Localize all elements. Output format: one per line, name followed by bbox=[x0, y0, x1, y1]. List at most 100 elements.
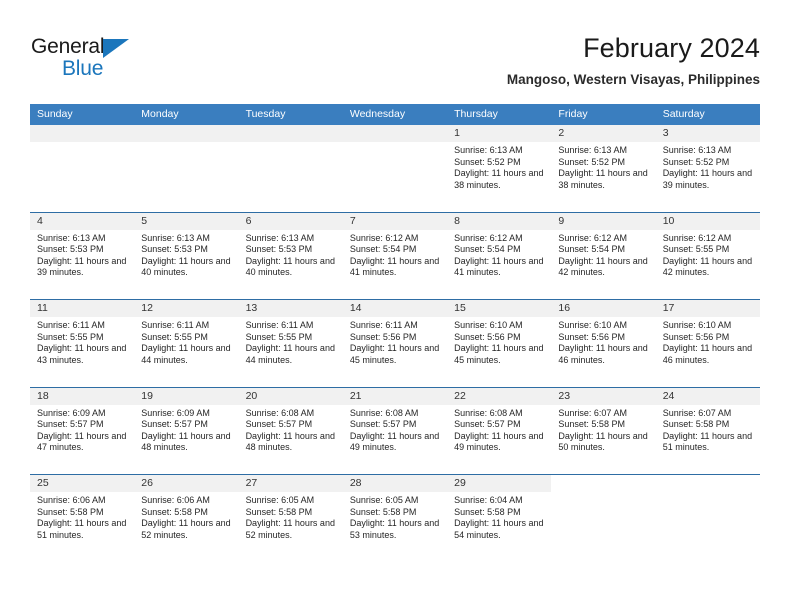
sunset-text: Sunset: 5:54 PM bbox=[558, 244, 625, 255]
day-number: 12 bbox=[141, 302, 153, 314]
sunrise-text: Sunrise: 6:07 AM bbox=[662, 407, 732, 418]
sunset-text: Sunset: 5:58 PM bbox=[141, 506, 208, 517]
day-cell-28[interactable]: 28 Sunrise: 6:05 AM Sunset: 5:58 PM Dayligh… bbox=[342, 475, 448, 562]
general-blue-logo[interactable]: General Blue bbox=[31, 36, 191, 84]
sunrise-text: Sunrise: 6:05 AM bbox=[349, 495, 419, 505]
daylight-text: Daylight: 11 hours and 38 minutes. bbox=[558, 168, 648, 190]
day-cell-4[interactable]: 4 Sunrise: 6:13 AM Sunset: 5:53 PM Daylight… bbox=[30, 212, 135, 299]
calendar-week-row: 25 Sunrise: 6:06 AM Sunset: 5:58 PM Dayligh… bbox=[30, 474, 760, 562]
day-cell-24[interactable]: 24 Sunrise: 6:07 AM Sunset: 5:58 PM Dayligh… bbox=[655, 387, 760, 474]
day-details: Sunrise: 6:12 AM Sunset: 5:54 PM Daylight:… bbox=[454, 233, 547, 279]
sunset-text: Sunset: 5:57 PM bbox=[349, 419, 417, 430]
day-cell-11[interactable]: 11 Sunrise: 6:11 AM Sunset: 5:55 PM Dayligh… bbox=[30, 300, 135, 387]
day-number-band bbox=[134, 125, 239, 142]
sunset-text: Sunset: 5:58 PM bbox=[454, 506, 521, 517]
day-number-band bbox=[551, 125, 656, 142]
day-number-band bbox=[134, 212, 239, 230]
day-details: Sunrise: 6:12 AM Sunset: 5:54 PM Daylight:… bbox=[350, 233, 443, 279]
day-details: Sunrise: 6:11 AM Sunset: 5:56 PM Daylight:… bbox=[350, 320, 443, 366]
daylight-text: Daylight: 11 hours and 53 minutes. bbox=[349, 518, 440, 540]
day-number: 21 bbox=[349, 389, 362, 402]
sunrise-text: Sunrise: 6:06 AM bbox=[141, 495, 210, 505]
sunrise-text: Sunrise: 6:13 AM bbox=[37, 232, 106, 243]
sunset-text: Sunset: 5:58 PM bbox=[37, 506, 104, 517]
day-number-band bbox=[30, 125, 135, 142]
day-cell-3[interactable]: 3 Sunrise: 6:13 AM Sunset: 5:52 PM Daylight… bbox=[655, 125, 760, 212]
day-number: 24 bbox=[662, 389, 675, 402]
day-details: Sunrise: 6:13 AM Sunset: 5:53 PM Daylight:… bbox=[246, 233, 339, 279]
sunrise-text: Sunrise: 6:04 AM bbox=[454, 495, 523, 505]
sunrise-text: Sunrise: 6:12 AM bbox=[558, 232, 627, 243]
day-number: 4 bbox=[37, 214, 43, 227]
day-number-band bbox=[447, 125, 552, 142]
day-cell-10[interactable]: 10 Sunrise: 6:12 AM Sunset: 5:55 PM Dayligh… bbox=[655, 212, 760, 299]
day-cell-20[interactable]: 20 Sunrise: 6:08 AM Sunset: 5:57 PM Dayligh… bbox=[238, 387, 343, 474]
day-number: 6 bbox=[245, 214, 252, 227]
weekday-header-row: Sunday Monday Tuesday Wednesday Thursday Frid… bbox=[30, 104, 760, 125]
daylight-text: Daylight: 11 hours and 40 minutes. bbox=[245, 255, 335, 278]
day-cell-23[interactable]: 23 Sunrise: 6:07 AM Sunset: 5:58 PM Dayligh… bbox=[551, 387, 656, 474]
sunrise-text: Sunrise: 6:10 AM bbox=[558, 320, 627, 330]
day-number: 5 bbox=[141, 214, 148, 227]
day-cell-1[interactable]: 1 Sunrise: 6:13 AM Sunset: 5:52 PM Daylight… bbox=[447, 125, 552, 212]
weekday-header-saturday: Saturday bbox=[662, 108, 705, 120]
day-details: Sunrise: 6:05 AM Sunset: 5:58 PM Daylight:… bbox=[350, 495, 443, 541]
sunrise-text: Sunrise: 6:12 AM bbox=[454, 232, 523, 243]
day-cell-26[interactable]: 26 Sunrise: 6:06 AM Sunset: 5:58 PM Dayligh… bbox=[134, 475, 239, 562]
day-cell-17[interactable]: 17 Sunrise: 6:10 AM Sunset: 5:56 PM Dayligh… bbox=[655, 300, 760, 387]
day-cell-19[interactable]: 19 Sunrise: 6:09 AM Sunset: 5:57 PM Dayligh… bbox=[134, 387, 239, 474]
day-cell-empty bbox=[238, 125, 343, 212]
day-details: Sunrise: 6:07 AM Sunset: 5:58 PM Daylight:… bbox=[663, 408, 756, 454]
day-number: 20 bbox=[245, 389, 258, 402]
day-cell-18[interactable]: 18 Sunrise: 6:09 AM Sunset: 5:57 PM Dayligh… bbox=[30, 387, 135, 474]
daylight-text: Daylight: 11 hours and 42 minutes. bbox=[558, 255, 648, 278]
daylight-text: Daylight: 11 hours and 52 minutes. bbox=[245, 518, 335, 540]
sunrise-text: Sunrise: 6:12 AM bbox=[662, 232, 732, 243]
day-cell-21[interactable]: 21 Sunrise: 6:08 AM Sunset: 5:57 PM Dayligh… bbox=[342, 387, 448, 474]
day-number: 29 bbox=[454, 477, 466, 489]
sunrise-text: Sunrise: 6:11 AM bbox=[37, 320, 105, 330]
day-cell-7[interactable]: 7 Sunrise: 6:12 AM Sunset: 5:54 PM Daylight… bbox=[342, 212, 448, 299]
daylight-text: Daylight: 11 hours and 41 minutes. bbox=[349, 255, 440, 278]
sunset-text: Sunset: 5:52 PM bbox=[662, 156, 730, 167]
day-details: Sunrise: 6:09 AM Sunset: 5:57 PM Daylight:… bbox=[141, 408, 234, 454]
day-cell-25[interactable]: 25 Sunrise: 6:06 AM Sunset: 5:58 PM Dayligh… bbox=[30, 475, 135, 562]
triangle-icon bbox=[103, 39, 129, 58]
day-number: 3 bbox=[662, 127, 669, 139]
day-details: Sunrise: 6:10 AM Sunset: 5:56 PM Daylight:… bbox=[663, 320, 756, 366]
day-cell-8[interactable]: 8 Sunrise: 6:12 AM Sunset: 5:54 PM Daylight… bbox=[447, 212, 552, 299]
day-cell-14[interactable]: 14 Sunrise: 6:11 AM Sunset: 5:56 PM Dayligh… bbox=[342, 300, 448, 387]
sunrise-text: Sunrise: 6:09 AM bbox=[37, 407, 106, 418]
day-number: 17 bbox=[662, 302, 675, 314]
day-cell-empty bbox=[655, 475, 760, 562]
day-cell-9[interactable]: 9 Sunrise: 6:12 AM Sunset: 5:54 PM Daylight… bbox=[551, 212, 656, 299]
daylight-text: Daylight: 11 hours and 39 minutes. bbox=[37, 255, 127, 278]
day-number: 25 bbox=[37, 477, 49, 489]
daylight-text: Daylight: 11 hours and 48 minutes. bbox=[245, 430, 335, 453]
daylight-text: Daylight: 11 hours and 50 minutes. bbox=[558, 430, 648, 453]
day-cell-2[interactable]: 2 Sunrise: 6:13 AM Sunset: 5:52 PM Daylight… bbox=[551, 125, 656, 212]
sunset-text: Sunset: 5:56 PM bbox=[454, 331, 521, 342]
day-cell-29[interactable]: 29 Sunrise: 6:04 AM Sunset: 5:58 PM Dayligh… bbox=[447, 475, 552, 562]
day-cell-16[interactable]: 16 Sunrise: 6:10 AM Sunset: 5:56 PM Dayligh… bbox=[551, 300, 656, 387]
sunrise-text: Sunrise: 6:08 AM bbox=[245, 407, 315, 418]
day-cell-13[interactable]: 13 Sunrise: 6:11 AM Sunset: 5:55 PM Dayligh… bbox=[238, 300, 343, 387]
day-number: 22 bbox=[454, 389, 466, 402]
day-details: Sunrise: 6:12 AM Sunset: 5:55 PM Daylight:… bbox=[663, 233, 756, 279]
day-cell-12[interactable]: 12 Sunrise: 6:11 AM Sunset: 5:55 PM Dayligh… bbox=[134, 300, 239, 387]
sunset-text: Sunset: 5:54 PM bbox=[454, 244, 521, 255]
day-details: Sunrise: 6:11 AM Sunset: 5:55 PM Daylight:… bbox=[246, 320, 339, 366]
sunrise-text: Sunrise: 6:08 AM bbox=[454, 407, 523, 418]
sunrise-text: Sunrise: 6:05 AM bbox=[245, 495, 315, 505]
daylight-text: Daylight: 11 hours and 44 minutes. bbox=[245, 343, 335, 365]
day-details: Sunrise: 6:07 AM Sunset: 5:58 PM Daylight:… bbox=[558, 408, 651, 454]
sunset-text: Sunset: 5:57 PM bbox=[245, 419, 313, 430]
daylight-text: Daylight: 11 hours and 54 minutes. bbox=[454, 518, 544, 540]
day-number: 10 bbox=[662, 214, 675, 227]
daylight-text: Daylight: 11 hours and 47 minutes. bbox=[37, 430, 127, 453]
day-cell-22[interactable]: 22 Sunrise: 6:08 AM Sunset: 5:57 PM Dayligh… bbox=[447, 387, 552, 474]
day-cell-15[interactable]: 15 Sunrise: 6:10 AM Sunset: 5:56 PM Dayligh… bbox=[447, 300, 552, 387]
day-cell-5[interactable]: 5 Sunrise: 6:13 AM Sunset: 5:53 PM Daylight… bbox=[134, 212, 239, 299]
day-cell-6[interactable]: 6 Sunrise: 6:13 AM Sunset: 5:53 PM Daylight… bbox=[238, 212, 343, 299]
day-cell-27[interactable]: 27 Sunrise: 6:05 AM Sunset: 5:58 PM Dayligh… bbox=[238, 475, 343, 562]
